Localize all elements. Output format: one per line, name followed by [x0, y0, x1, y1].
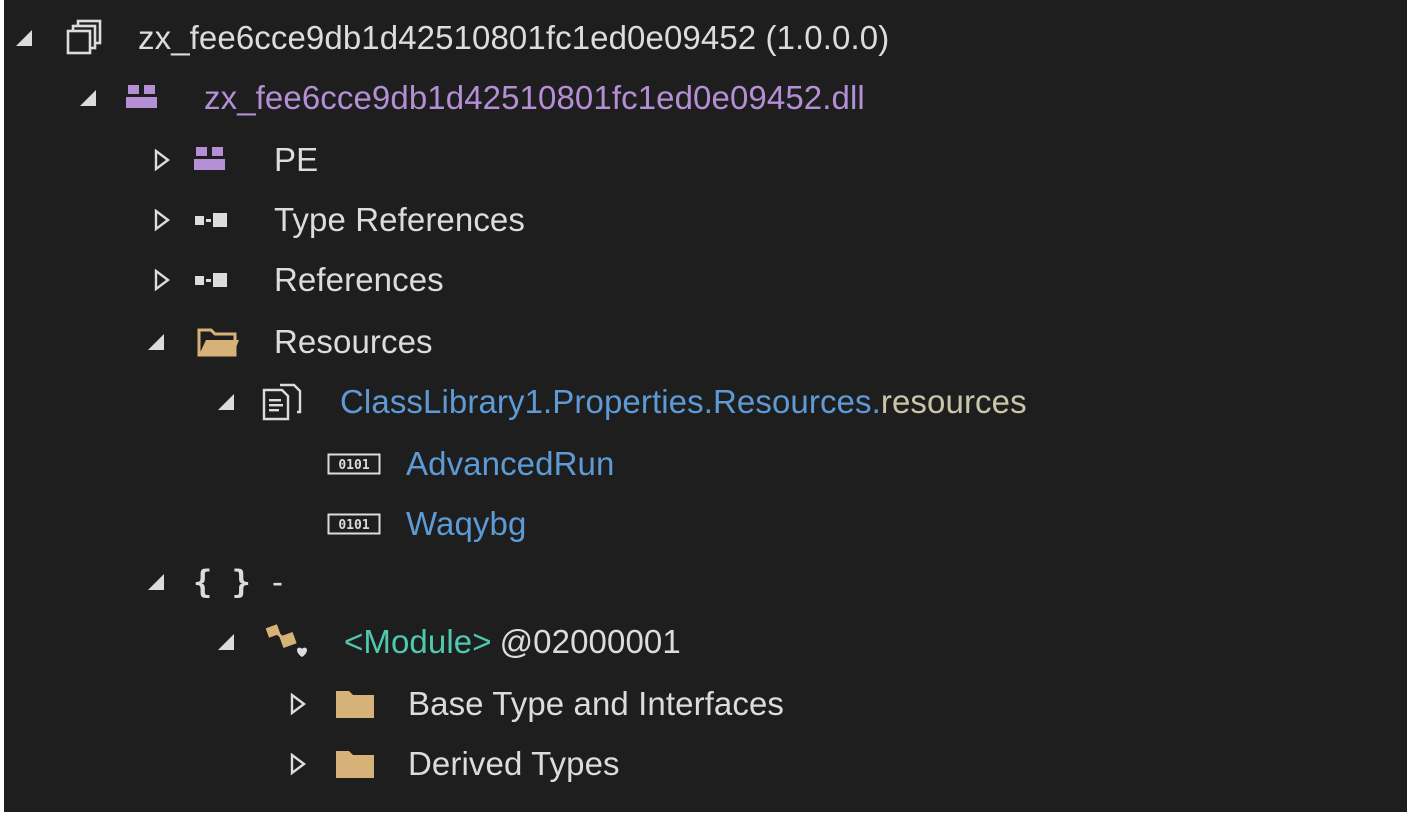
binary-badge: 0101 [338, 458, 369, 473]
assembly-icon [62, 8, 106, 68]
folder-icon [330, 674, 380, 734]
collapsed-triangle-icon[interactable] [150, 130, 174, 190]
pe-label: PE [274, 141, 319, 178]
resource-file-extension: resources [880, 383, 1027, 420]
module-type-token: @02000001 [499, 623, 681, 660]
assembly-label: zx_fee6cce9db1d42510801fc1ed0e09452 (1.0… [138, 19, 890, 56]
resource-file-icon [258, 372, 308, 432]
resources-label: Resources [274, 323, 433, 360]
collapsed-triangle-icon[interactable] [286, 674, 310, 734]
module-icon [122, 68, 164, 128]
advancedrun-label: AdvancedRun [406, 445, 615, 482]
resource-file-label: ClassLibrary1.Properties.Resources. resou… [340, 372, 1027, 432]
module-icon [190, 130, 232, 190]
type-references-label: Type References [274, 201, 525, 238]
module-label: zx_fee6cce9db1d42510801fc1ed0e09452.dll [204, 79, 865, 116]
expanded-triangle-icon[interactable] [214, 372, 238, 432]
expanded-triangle-icon[interactable] [144, 312, 168, 372]
module-type-label: <Module> @02000001 [344, 612, 681, 672]
collapsed-triangle-icon[interactable] [150, 190, 174, 250]
binary-icon: 0101 [326, 494, 382, 554]
expanded-triangle-icon[interactable] [12, 8, 36, 68]
binary-icon: 0101 [326, 434, 382, 494]
resource-file-name: ClassLibrary1.Properties.Resources. [340, 383, 881, 420]
reference-icon [192, 250, 242, 310]
references-label: References [274, 261, 444, 298]
waqybg-label: Waqybg [406, 505, 527, 542]
module-type-name: <Module> [344, 623, 492, 660]
collapsed-triangle-icon[interactable] [150, 250, 174, 310]
assembly-explorer-tree: zx_fee6cce9db1d42510801fc1ed0e09452 (1.0… [4, 0, 1407, 812]
class-icon [260, 612, 314, 672]
namespace-label: - [272, 563, 284, 600]
collapsed-triangle-icon[interactable] [286, 734, 310, 794]
namespace-icon: { } [192, 563, 252, 601]
derived-types-label: Derived Types [408, 745, 620, 782]
expanded-triangle-icon[interactable] [76, 68, 100, 128]
folder-icon [330, 734, 380, 794]
binary-badge: 0101 [338, 518, 369, 533]
base-types-label: Base Type and Interfaces [408, 685, 785, 722]
expanded-triangle-icon[interactable] [214, 612, 238, 672]
folder-open-icon [194, 312, 242, 372]
expanded-triangle-icon[interactable] [144, 552, 168, 612]
reference-icon [192, 190, 242, 250]
